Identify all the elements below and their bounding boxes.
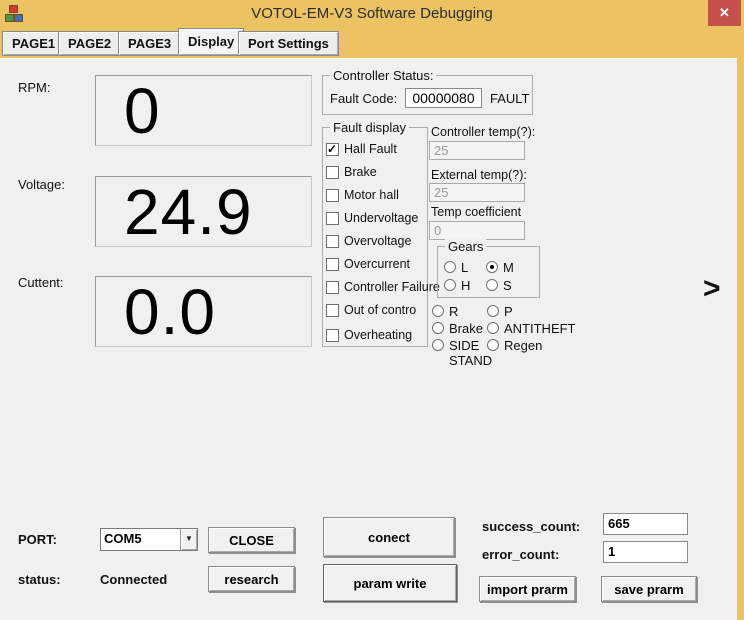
checkbox-overheating[interactable]: Overheating	[326, 328, 412, 342]
rpm-label: RPM:	[18, 80, 51, 95]
close-button[interactable]: ✕	[708, 0, 741, 26]
fault-code-label: Fault Code:	[330, 91, 397, 106]
gears-group: Gears L M H S	[437, 246, 540, 298]
tab-page1[interactable]: PAGE1	[2, 31, 65, 56]
port-label: PORT:	[18, 532, 57, 547]
tab-port-settings[interactable]: Port Settings	[238, 31, 339, 56]
rpm-value: 0	[124, 76, 161, 147]
checkbox-overcurrent[interactable]: Overcurrent	[326, 257, 410, 271]
chevron-down-icon[interactable]: ▼	[180, 529, 197, 550]
overvoltage-checkbox[interactable]	[326, 235, 339, 248]
error-count-field[interactable]: 1	[603, 541, 688, 563]
mode-antitheft-radio[interactable]: ANTITHEFT	[487, 321, 576, 336]
port-combobox[interactable]: COM5 ▼	[100, 528, 198, 551]
fault-code-field[interactable]: 00000080	[405, 88, 482, 108]
success-count-label: success_count:	[482, 519, 580, 534]
status-label: status:	[18, 572, 61, 587]
checkbox-out-of-control[interactable]: Out of contro	[326, 303, 416, 317]
hall-fault-checkbox[interactable]	[326, 143, 339, 156]
mode-p-radio[interactable]: P	[487, 304, 513, 319]
mode-r-radio[interactable]: R	[432, 304, 458, 319]
titlebar: VOTOL-EM-V3 Software Debugging ✕	[0, 0, 744, 27]
current-label: Cuttent:	[18, 275, 64, 290]
success-count-field[interactable]: 665	[603, 513, 688, 535]
close-port-button[interactable]: CLOSE	[208, 527, 295, 553]
controller-failure-checkbox[interactable]	[326, 281, 339, 294]
import-param-button[interactable]: import prarm	[479, 576, 576, 602]
gear-m-radio[interactable]: M	[486, 260, 514, 275]
checkbox-undervoltage[interactable]: Undervoltage	[326, 211, 418, 225]
next-arrow[interactable]: >	[703, 272, 721, 306]
external-temp-label: External temp(?):	[431, 168, 527, 182]
overheating-checkbox[interactable]	[326, 329, 339, 342]
voltage-label: Voltage:	[18, 177, 65, 192]
controller-temp-label: Controller temp(?):	[431, 125, 535, 139]
tab-page3[interactable]: PAGE3	[118, 31, 181, 56]
checkbox-motor-hall[interactable]: Motor hall	[326, 188, 399, 202]
voltage-display: 24.9	[95, 176, 312, 247]
fault-status-text: FAULT	[490, 91, 530, 106]
out-of-control-checkbox[interactable]	[326, 304, 339, 317]
connect-button[interactable]: conect	[323, 517, 455, 557]
gear-l-radio[interactable]: L	[444, 260, 468, 275]
controller-status-group: Controller Status: Fault Code: 00000080 …	[322, 75, 533, 115]
save-param-button[interactable]: save prarm	[601, 576, 697, 602]
fault-display-group: Fault display Hall Fault Brake Motor hal…	[322, 127, 428, 347]
status-value: Connected	[100, 572, 167, 587]
controller-temp-field: 25	[429, 141, 525, 160]
app-window: VOTOL-EM-V3 Software Debugging ✕ PAGE1 P…	[0, 0, 744, 620]
brake-checkbox[interactable]	[326, 166, 339, 179]
current-display: 0.0	[95, 276, 312, 347]
fault-display-group-label: Fault display	[330, 120, 409, 135]
tab-strip: PAGE1 PAGE2 PAGE3 Display Port Settings	[0, 27, 744, 58]
gear-h-radio[interactable]: H	[444, 278, 470, 293]
voltage-value: 24.9	[124, 177, 253, 248]
gear-s-radio[interactable]: S	[486, 278, 512, 293]
rpm-display: 0	[95, 75, 312, 146]
research-button[interactable]: research	[208, 566, 295, 592]
temp-coefficient-label: Temp coefficient	[431, 205, 521, 219]
port-combobox-value: COM5	[101, 529, 180, 550]
error-count-label: error_count:	[482, 547, 559, 562]
checkbox-overvoltage[interactable]: Overvoltage	[326, 234, 411, 248]
checkbox-controller-failure[interactable]: Controller Failure	[326, 280, 440, 294]
checkbox-brake[interactable]: Brake	[326, 165, 377, 179]
gears-group-label: Gears	[445, 239, 486, 254]
window-title: VOTOL-EM-V3 Software Debugging	[0, 5, 744, 22]
undervoltage-checkbox[interactable]	[326, 212, 339, 225]
param-write-button[interactable]: param write	[323, 564, 457, 602]
checkbox-hall-fault[interactable]: Hall Fault	[326, 142, 397, 156]
controller-status-group-label: Controller Status:	[330, 68, 436, 83]
tab-page2[interactable]: PAGE2	[58, 31, 121, 56]
current-value: 0.0	[124, 277, 216, 348]
mode-regen-radio[interactable]: Regen	[487, 338, 542, 353]
temp-coefficient-field: 0	[429, 221, 525, 240]
mode-brake-radio[interactable]: Brake	[432, 321, 483, 336]
motor-hall-checkbox[interactable]	[326, 189, 339, 202]
window-border-right	[737, 27, 744, 620]
tab-display[interactable]: Display	[178, 28, 244, 56]
overcurrent-checkbox[interactable]	[326, 258, 339, 271]
external-temp-field: 25	[429, 183, 525, 202]
